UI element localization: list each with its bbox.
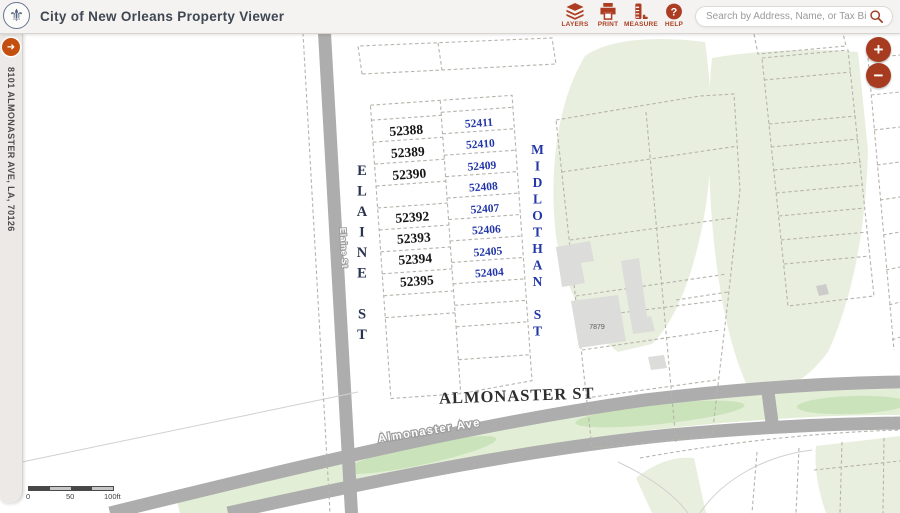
- parcel-label: 52392: [395, 208, 430, 225]
- zoom-out-button[interactable]: −: [866, 63, 891, 88]
- parcel-label-blue: 52409: [467, 160, 497, 174]
- help-icon: ?: [665, 3, 683, 20]
- results-sidebar-collapsed: ➜ 8101 ALMONASTER AVE, LA, 70126: [0, 33, 23, 503]
- tool-label: PRINT: [598, 21, 619, 28]
- scale-tick: 100ft: [104, 492, 121, 501]
- search-input[interactable]: [704, 10, 869, 23]
- parcel-label: 52395: [399, 272, 434, 289]
- scale-tick: 50: [66, 492, 74, 501]
- print-icon: [598, 3, 618, 20]
- tool-label: HELP: [665, 21, 683, 28]
- layers-icon: [565, 3, 585, 20]
- new-orleans-logo: ⚜: [3, 2, 30, 29]
- layers-button[interactable]: LAYERS: [560, 3, 590, 28]
- sidebar-expand-button[interactable]: ➜: [2, 38, 20, 56]
- tool-label: MEASURE: [624, 21, 658, 28]
- search-box: [695, 6, 893, 27]
- scale-bar: 0 50 100ft: [28, 486, 128, 491]
- property-viewer-app: 52388 52389 52390 52392 52393 52394 5239…: [0, 0, 900, 513]
- parcel-label: 52388: [389, 122, 424, 139]
- road-crossover: [768, 392, 773, 430]
- midlothan-st-vertical-label: MIDLOTHAN ST: [529, 142, 545, 340]
- parcel-label: 52394: [398, 250, 433, 267]
- parcel-label-blue: 52408: [469, 181, 499, 195]
- almonaster-st-label: ALMONASTER ST: [439, 383, 595, 407]
- elaine-st-vertical-label: ELAINE ST: [353, 163, 370, 348]
- svg-text:?: ?: [671, 6, 678, 18]
- measure-button[interactable]: MEASURE: [626, 3, 656, 28]
- building-number-label: 7879: [589, 324, 605, 331]
- app-title: City of New Orleans Property Viewer: [40, 9, 284, 24]
- parcel-label-blue: 52407: [470, 202, 500, 216]
- block-boundary-line: [22, 392, 358, 462]
- tool-label: LAYERS: [562, 21, 589, 28]
- parcel-label-blue: 52405: [473, 245, 503, 259]
- app-header: ⚜ City of New Orleans Property Viewer LA…: [0, 0, 900, 34]
- parcel-label-blue: 52411: [465, 117, 494, 131]
- elaine-st-road-label: Elaine St: [338, 227, 350, 268]
- map-canvas[interactable]: 52388 52389 52390 52392 52393 52394 5239…: [0, 0, 900, 513]
- print-button[interactable]: PRINT: [593, 3, 623, 28]
- sidebar-address-label: 8101 ALMONASTER AVE, LA, 70126: [6, 67, 16, 232]
- parcel-label: 52393: [396, 229, 431, 246]
- arrow-right-icon: ➜: [7, 42, 15, 53]
- road-elaine: [318, 33, 358, 513]
- parcel-label-blue: 52410: [466, 138, 496, 152]
- search-icon[interactable]: [869, 9, 884, 24]
- parcel-label-blue: 52404: [475, 266, 505, 280]
- parcel-block-main: [370, 95, 532, 398]
- scale-bar-segments: [28, 486, 114, 491]
- help-button[interactable]: ? HELP: [659, 3, 689, 28]
- measure-icon: [631, 3, 651, 20]
- parcel-label: 52390: [392, 166, 427, 183]
- toolbar: LAYERS PRINT MEASURE: [560, 3, 689, 28]
- zoom-in-button[interactable]: +: [866, 37, 891, 62]
- scale-tick: 0: [26, 492, 30, 501]
- fleur-de-lis-icon: ⚜: [9, 6, 24, 26]
- parcel-label-blue: 52406: [472, 223, 502, 237]
- parcel-label: 52389: [390, 144, 425, 161]
